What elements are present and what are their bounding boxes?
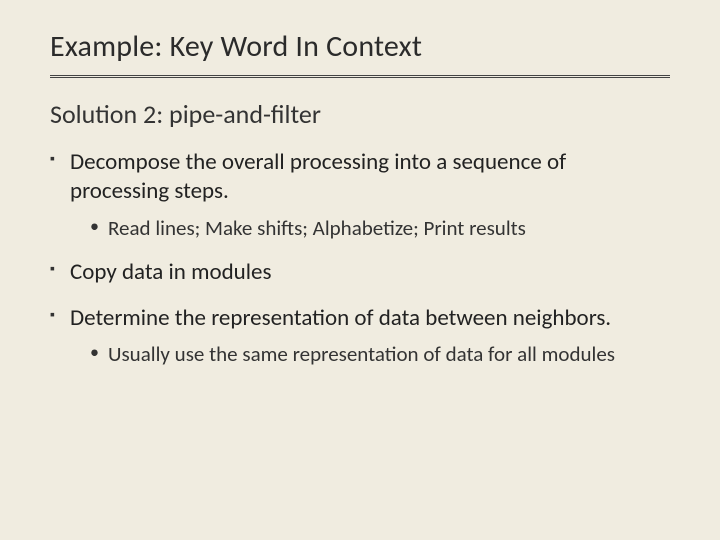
sub-bullet-text: Usually use the same representation of d… [108,341,615,367]
sub-list-item: Read lines; Make shifts; Alphabetize; Pr… [90,215,670,242]
sub-list: Read lines; Make shifts; Alphabetize; Pr… [90,215,670,242]
sub-list: Usually use the same representation of d… [90,341,670,368]
slide-title: Example: Key Word In Context [50,28,670,71]
list-item: Copy data in modules [50,258,670,287]
list-item: Determine the representation of data bet… [50,304,670,369]
bullet-list: Decompose the overall processing into a … [50,148,670,368]
bullet-text: Decompose the overall processing into a … [70,148,566,205]
sub-list-item: Usually use the same representation of d… [90,341,670,368]
slide: Example: Key Word In Context Solution 2:… [0,0,720,540]
list-item: Decompose the overall processing into a … [50,148,670,242]
sub-bullet-text: Read lines; Make shifts; Alphabetize; Pr… [108,215,526,241]
slide-subtitle: Solution 2: pipe-and-filter [50,98,670,130]
title-divider [50,75,670,82]
bullet-text: Copy data in modules [70,258,271,286]
bullet-text: Determine the representation of data bet… [70,304,611,332]
